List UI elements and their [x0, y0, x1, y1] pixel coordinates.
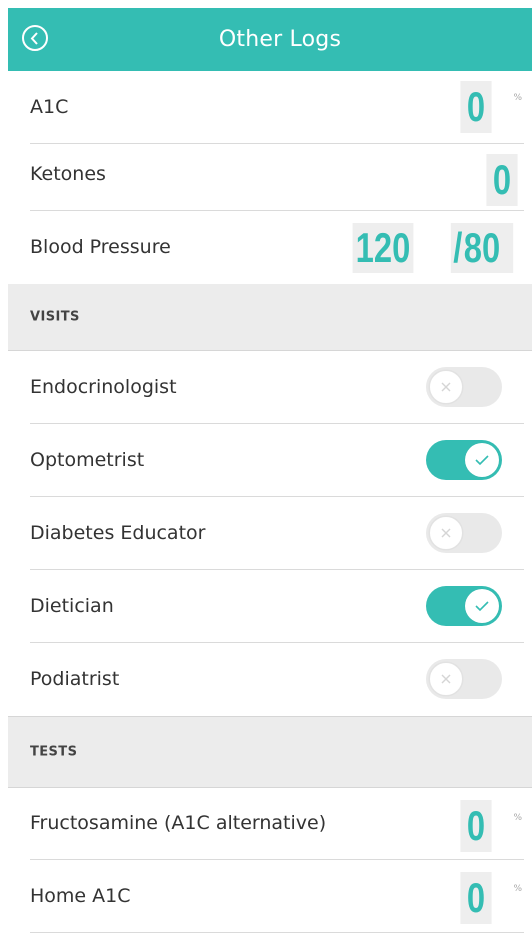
fructosamine-unit: %: [513, 813, 522, 823]
test-row-home-a1c: Home A1C 0 %: [30, 860, 524, 933]
visit-row-optometrist: Optometrist: [30, 424, 524, 497]
test-label-home-a1c: Home A1C: [30, 885, 131, 907]
a1c-unit: %: [513, 93, 522, 103]
podiatrist-toggle[interactable]: [426, 659, 502, 699]
endocrinologist-toggle[interactable]: [426, 367, 502, 407]
toggle-knob: [465, 589, 499, 623]
visit-label-endocrinologist: Endocrinologist: [30, 376, 177, 398]
visit-label-podiatrist: Podiatrist: [30, 668, 120, 690]
checkmark-icon: [475, 455, 489, 466]
fructosamine-value-input[interactable]: 0: [460, 800, 492, 852]
x-icon: [441, 674, 451, 684]
toggle-knob: [429, 662, 463, 696]
home-a1c-value-input[interactable]: 0: [460, 872, 492, 924]
visit-row-dietician: Dietician: [30, 570, 524, 643]
dietician-toggle[interactable]: [426, 586, 502, 626]
toggle-knob: [429, 370, 463, 404]
toggle-knob: [465, 443, 499, 477]
test-label-fructosamine: Fructosamine (A1C alternative): [30, 812, 327, 834]
app-header: Other Logs: [8, 8, 532, 71]
optometrist-toggle[interactable]: [426, 440, 502, 480]
visit-row-endocrinologist: Endocrinologist: [30, 351, 524, 424]
visits-section-title: VISITS: [30, 309, 80, 325]
ketones-value-input[interactable]: 0: [486, 154, 518, 206]
diabetes-educator-toggle[interactable]: [426, 513, 502, 553]
x-icon: [441, 528, 451, 538]
home-a1c-unit: %: [513, 884, 522, 894]
visit-label-optometrist: Optometrist: [30, 449, 145, 471]
tests-section-header: TESTS: [8, 716, 532, 788]
a1c-row: A1C 0 %: [30, 71, 524, 144]
a1c-label: A1C: [30, 96, 69, 118]
blood-pressure-label: Blood Pressure: [30, 236, 171, 258]
visits-section-header: VISITS: [8, 284, 532, 351]
visit-row-diabetes-educator: Diabetes Educator: [30, 497, 524, 570]
blood-pressure-separator: /: [453, 224, 463, 271]
a1c-value-input[interactable]: 0: [460, 81, 492, 133]
blood-pressure-row: Blood Pressure 120 80 /: [30, 211, 524, 283]
ketones-row: Ketones 0: [30, 138, 524, 211]
x-icon: [441, 382, 451, 392]
checkmark-icon: [475, 601, 489, 612]
systolic-value-input[interactable]: 120: [352, 223, 414, 273]
test-row-fructosamine: Fructosamine (A1C alternative) 0 %: [30, 787, 524, 860]
visit-label-dietician: Dietician: [30, 595, 114, 617]
visit-row-podiatrist: Podiatrist: [30, 643, 524, 715]
page-title: Other Logs: [218, 27, 342, 52]
tests-section-title: TESTS: [30, 744, 78, 760]
toggle-knob: [429, 516, 463, 550]
ketones-label: Ketones: [30, 163, 106, 185]
visit-label-diabetes-educator: Diabetes Educator: [30, 522, 206, 544]
